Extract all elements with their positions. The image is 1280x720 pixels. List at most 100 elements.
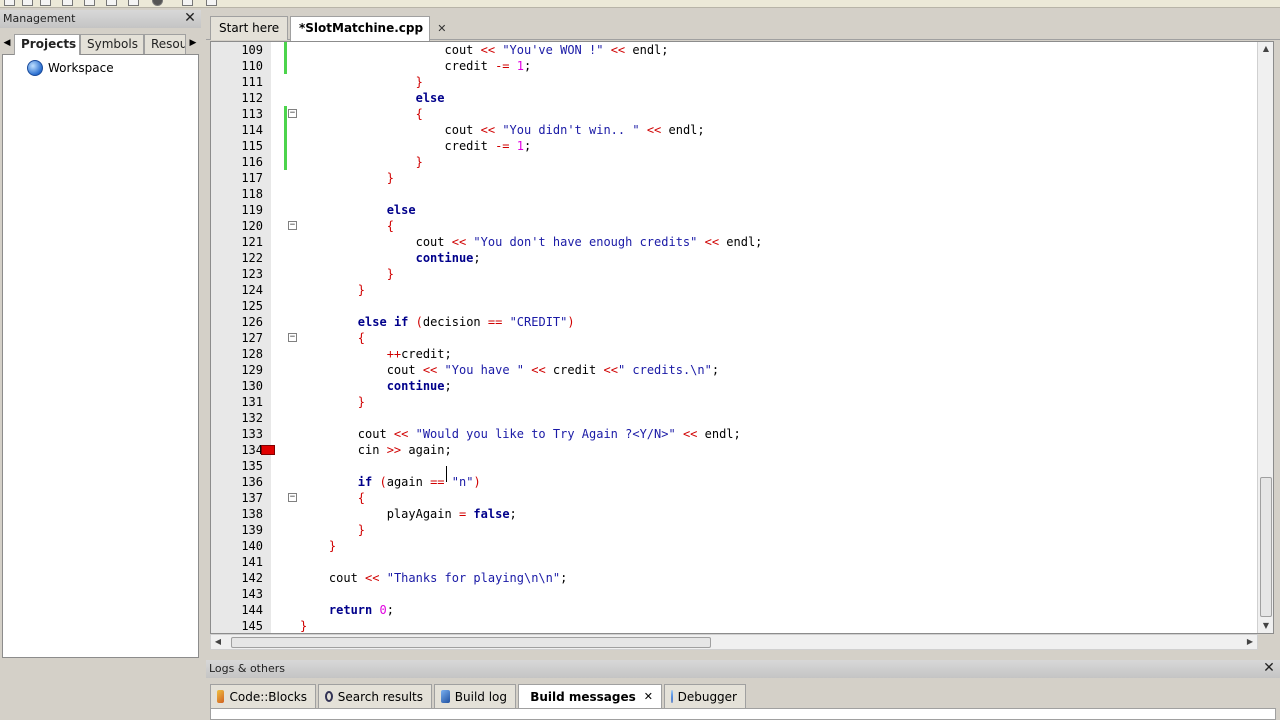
line-number[interactable]: 137 (211, 490, 263, 506)
line-number[interactable]: 143 (211, 586, 263, 602)
line-number[interactable]: 120 (211, 218, 263, 234)
tab-build-messages[interactable]: Build messages ✕ (518, 684, 662, 708)
toolbar-button[interactable] (62, 0, 73, 6)
line-number[interactable]: 139 (211, 522, 263, 538)
code-line[interactable]: 138 playAgain = false; (211, 506, 1255, 522)
tab-slotmatchine-cpp[interactable]: *SlotMatchine.cpp ✕ (290, 16, 447, 41)
line-number[interactable]: 129 (211, 362, 263, 378)
scroll-down-icon[interactable]: ▼ (1258, 619, 1273, 633)
line-number[interactable]: 123 (211, 266, 263, 282)
tab-debugger[interactable]: Debugger (664, 684, 746, 708)
toolbar-button[interactable] (106, 0, 117, 6)
line-number[interactable]: 111 (211, 74, 263, 90)
code-line[interactable]: 120 − { (211, 218, 1255, 234)
line-number[interactable]: 109 (211, 42, 263, 58)
close-icon[interactable]: ✕ (437, 18, 446, 40)
code-line[interactable]: 113 − { (211, 106, 1255, 122)
code-editor[interactable]: 109 cout << "You've WON !" << endl; 110 c… (210, 41, 1274, 634)
line-number[interactable]: 112 (211, 90, 263, 106)
line-number[interactable]: 141 (211, 554, 263, 570)
code-line[interactable]: 122 continue; (211, 250, 1255, 266)
code-line[interactable]: 129 cout << "You have " << credit <<" cr… (211, 362, 1255, 378)
fold-collapse-icon[interactable]: − (288, 333, 297, 342)
code-line[interactable]: 130 continue; (211, 378, 1255, 394)
tab-search-results[interactable]: Search results (318, 684, 432, 708)
toolbar-button[interactable] (206, 0, 217, 6)
close-icon[interactable]: ✕ (644, 686, 653, 708)
tab-build-log[interactable]: Build log (434, 684, 516, 708)
line-number[interactable]: 131 (211, 394, 263, 410)
code-line[interactable]: 136 if (again == "n") (211, 474, 1255, 490)
code-line[interactable]: 134 cin >> again; (211, 442, 1255, 458)
line-number[interactable]: 118 (211, 186, 263, 202)
line-number[interactable]: 115 (211, 138, 263, 154)
code-line[interactable]: 112 else (211, 90, 1255, 106)
code-line[interactable]: 137 − { (211, 490, 1255, 506)
code-line[interactable]: 118 (211, 186, 1255, 202)
code-line[interactable]: 139 } (211, 522, 1255, 538)
code-line[interactable]: 121 cout << "You don't have enough credi… (211, 234, 1255, 250)
code-line[interactable]: 119 else (211, 202, 1255, 218)
code-line[interactable]: 126 else if (decision == "CREDIT") (211, 314, 1255, 330)
close-icon[interactable]: ✕ (183, 11, 197, 25)
tab-projects[interactable]: Projects (14, 34, 80, 55)
tab-scroll-left-icon[interactable]: ◀ (2, 35, 12, 51)
line-number[interactable]: 142 (211, 570, 263, 586)
code-line[interactable]: 110 credit -= 1; (211, 58, 1255, 74)
line-number[interactable]: 132 (211, 410, 263, 426)
line-number[interactable]: 144 (211, 602, 263, 618)
line-number[interactable]: 125 (211, 298, 263, 314)
code-line[interactable]: 135 (211, 458, 1255, 474)
toolbar-button[interactable] (40, 0, 51, 6)
line-number[interactable]: 110 (211, 58, 263, 74)
code-line[interactable]: 114 cout << "You didn't win.. " << endl; (211, 122, 1255, 138)
line-number[interactable]: 119 (211, 202, 263, 218)
code-line[interactable]: 116 } (211, 154, 1255, 170)
scroll-thumb[interactable] (231, 637, 711, 648)
tab-symbols[interactable]: Symbols (80, 34, 144, 54)
code-line[interactable]: 124 } (211, 282, 1255, 298)
code-line[interactable]: 131 } (211, 394, 1255, 410)
code-line[interactable]: 144 return 0; (211, 602, 1255, 618)
line-number[interactable]: 138 (211, 506, 263, 522)
code-line[interactable]: 145} (211, 618, 1255, 633)
code-line[interactable]: 141 (211, 554, 1255, 570)
scroll-thumb[interactable] (1260, 477, 1272, 617)
line-number[interactable]: 135 (211, 458, 263, 474)
line-number[interactable]: 122 (211, 250, 263, 266)
line-number[interactable]: 113 (211, 106, 263, 122)
line-number[interactable]: 130 (211, 378, 263, 394)
code-line[interactable]: 117 } (211, 170, 1255, 186)
line-number[interactable]: 124 (211, 282, 263, 298)
line-number[interactable]: 128 (211, 346, 263, 362)
code-line[interactable]: 143 (211, 586, 1255, 602)
fold-collapse-icon[interactable]: − (288, 493, 297, 502)
line-number[interactable]: 133 (211, 426, 263, 442)
tab-codeblocks[interactable]: Code::Blocks (210, 684, 316, 708)
horizontal-scrollbar[interactable]: ◀ ▶ (210, 634, 1258, 650)
code-line[interactable]: 132 (211, 410, 1255, 426)
code-line[interactable]: 115 credit -= 1; (211, 138, 1255, 154)
toolbar-button[interactable] (128, 0, 139, 6)
tab-resources[interactable]: Resources (144, 34, 186, 54)
toolbar-button[interactable] (4, 0, 15, 6)
scroll-up-icon[interactable]: ▲ (1258, 42, 1273, 56)
code-line[interactable]: 142 cout << "Thanks for playing\n\n"; (211, 570, 1255, 586)
code-line[interactable]: 140 } (211, 538, 1255, 554)
line-number[interactable]: 126 (211, 314, 263, 330)
line-number[interactable]: 117 (211, 170, 263, 186)
close-icon[interactable]: ✕ (1262, 661, 1276, 675)
code-line[interactable]: 109 cout << "You've WON !" << endl; (211, 42, 1255, 58)
code-line[interactable]: 127 − { (211, 330, 1255, 346)
line-number[interactable]: 145 (211, 618, 263, 633)
code-line[interactable]: 125 (211, 298, 1255, 314)
scroll-right-icon[interactable]: ▶ (1243, 635, 1257, 649)
code-line[interactable]: 111 } (211, 74, 1255, 90)
toolbar-button[interactable] (152, 0, 163, 6)
breakpoint-icon[interactable] (261, 445, 275, 455)
scroll-left-icon[interactable]: ◀ (211, 635, 225, 649)
code-line[interactable]: 133 cout << "Would you like to Try Again… (211, 426, 1255, 442)
fold-collapse-icon[interactable]: − (288, 221, 297, 230)
tab-scroll-right-icon[interactable]: ▶ (188, 35, 198, 51)
line-number[interactable]: 116 (211, 154, 263, 170)
